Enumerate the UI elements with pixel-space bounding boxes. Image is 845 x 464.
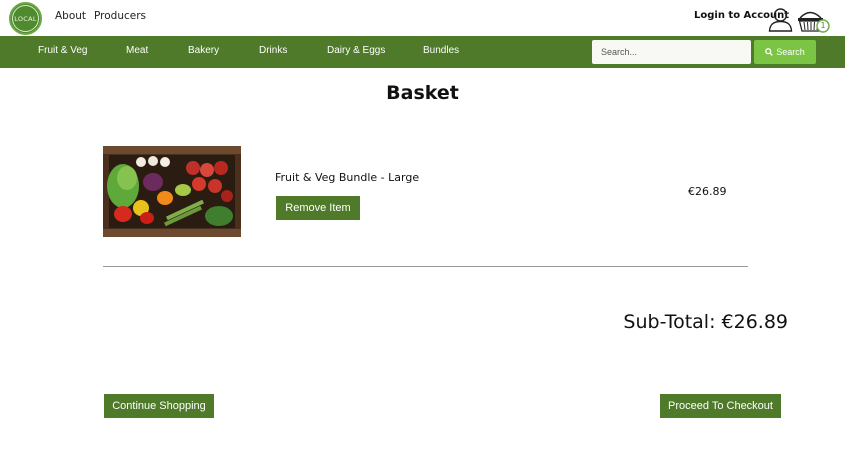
site-logo[interactable]: LOCAL [9,2,42,35]
search-icon [765,48,774,56]
page-title: Basket [386,82,459,104]
logo-ring: LOCAL [12,5,39,32]
nav-item-bundles[interactable]: Bundles [423,45,459,56]
nav-item-dairy-eggs[interactable]: Dairy & Eggs [327,45,385,56]
producers-link[interactable]: Producers [94,10,146,22]
user-icon[interactable] [768,7,793,32]
remove-item-button[interactable]: Remove Item [276,196,360,220]
basket-item-name[interactable]: Fruit & Veg Bundle - Large [275,171,419,184]
continue-shopping-button[interactable]: Continue Shopping [104,394,214,418]
about-link[interactable]: About [55,10,86,22]
search-button[interactable]: Search [754,40,816,64]
top-bar: LOCAL About Producers Login to Account 1 [0,0,845,36]
nav-item-drinks[interactable]: Drinks [259,45,287,56]
basket-count-badge: 1 [820,21,826,30]
subtotal: Sub-Total: €26.89 [623,311,788,333]
category-nav-bar: Fruit & Veg Meat Bakery Drinks Dairy & E… [0,36,845,68]
basket-item-price: €26.89 [688,185,727,198]
search-input[interactable] [592,40,751,64]
search-button-label: Search [776,47,805,57]
nav-item-bakery[interactable]: Bakery [188,45,219,56]
product-image[interactable] [103,146,241,237]
divider [103,266,748,267]
vegetable-crate-image [103,146,241,237]
nav-item-meat[interactable]: Meat [126,45,148,56]
proceed-to-checkout-button[interactable]: Proceed To Checkout [660,394,781,418]
nav-item-fruit-veg[interactable]: Fruit & Veg [38,45,87,56]
logo-text: LOCAL [14,14,37,23]
